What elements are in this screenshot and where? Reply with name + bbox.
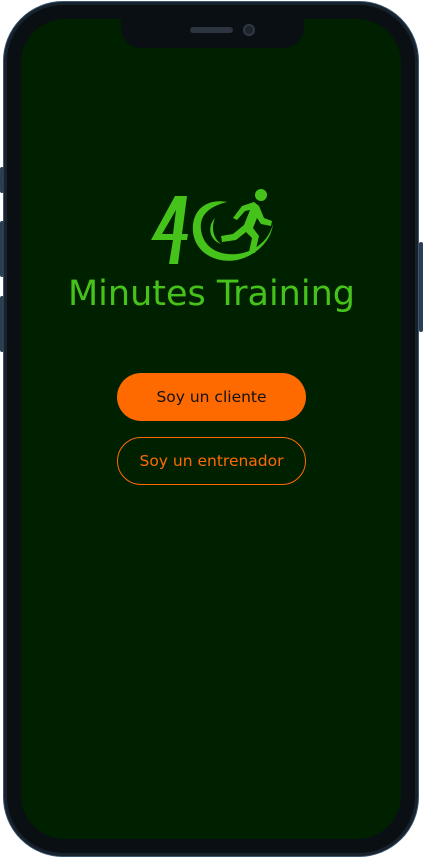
app-screen xyxy=(21,19,401,839)
front-camera xyxy=(243,24,255,36)
runner-logo-icon xyxy=(151,189,273,264)
silent-switch xyxy=(0,167,4,193)
volume-up-button xyxy=(0,221,4,277)
client-button[interactable]: Soy un cliente xyxy=(117,373,306,421)
trainer-button[interactable]: Soy un entrenador xyxy=(117,437,306,485)
app-title: Minutes Training xyxy=(67,274,355,314)
speaker-grille xyxy=(190,27,233,33)
